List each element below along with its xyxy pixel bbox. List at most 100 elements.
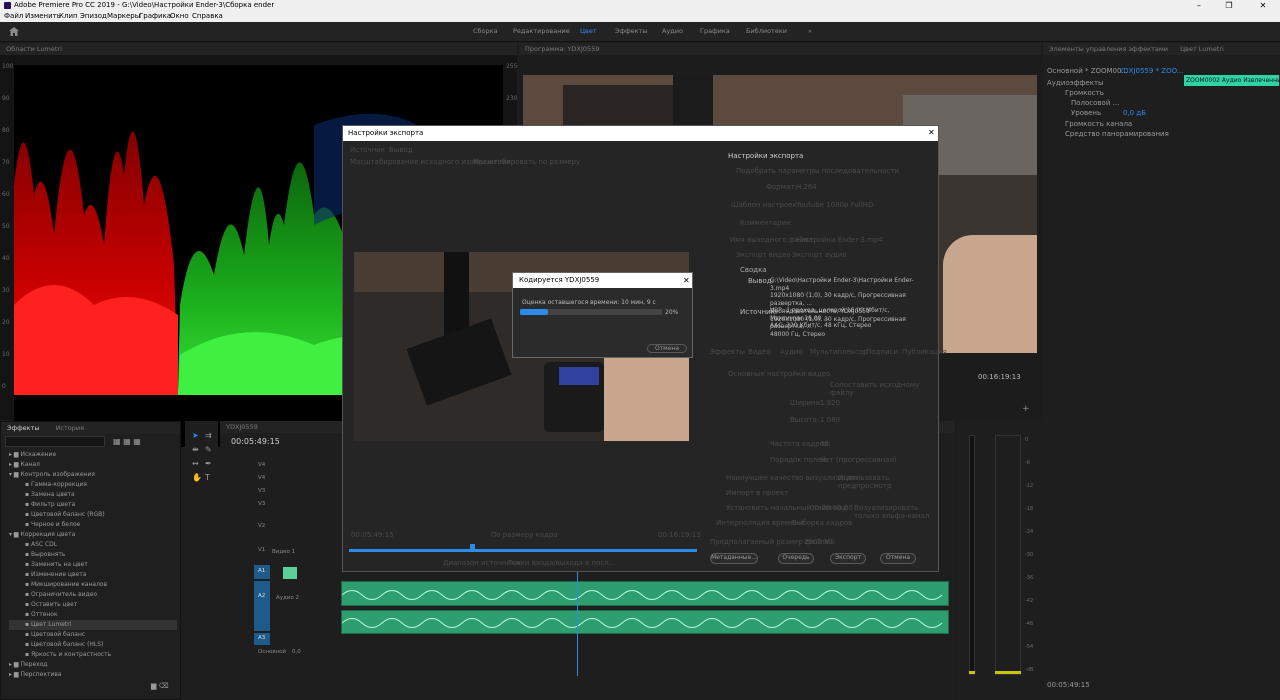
channel-volume-label[interactable]: Громкость канала (1065, 120, 1132, 128)
playhead[interactable] (577, 571, 578, 676)
alpha-only-checkbox[interactable]: Визуализировать только альфа-канал (854, 504, 936, 520)
track-sync-lock[interactable] (283, 567, 297, 579)
tree-effect[interactable]: ▪ Яркость и контрастность (25, 650, 111, 660)
workspace-tab-audio[interactable]: Аудио (662, 27, 683, 35)
ripple-edit-icon[interactable]: ⇼ (192, 445, 199, 454)
menu-edit[interactable]: Изменить (25, 11, 61, 22)
selection-tool-icon[interactable]: ➤ (192, 431, 199, 440)
menu-markers[interactable]: Маркеры (107, 11, 140, 22)
fps-select[interactable]: 30 (820, 440, 829, 448)
type-icon[interactable]: T (205, 473, 210, 482)
export-scrubber[interactable] (349, 549, 697, 552)
output-name-link[interactable]: Настройки Ender-3.mp4 (796, 236, 883, 244)
tree-effect[interactable]: ▪ Заменить на цвет (25, 560, 88, 570)
track-header[interactable]: V3 (258, 488, 265, 494)
tree-effect[interactable]: ▪ Оттенок (25, 610, 58, 620)
track-header[interactable]: V2 (258, 523, 265, 529)
use-previews-checkbox[interactable]: Использовать предпросмотр (838, 474, 936, 490)
match-sequence-checkbox[interactable]: Подобрать параметры последовательности (736, 167, 899, 175)
tree-effect[interactable]: ▪ Цветовой баланс (HLS) (25, 640, 103, 650)
workspace-tab-effects[interactable]: Эффекты (615, 27, 648, 35)
tree-effect[interactable]: ▪ Черное и белое (25, 520, 80, 530)
import-project-checkbox[interactable]: Импорт в проект (726, 489, 788, 497)
tree-effect[interactable]: ▪ Замена цвета (25, 490, 75, 500)
home-icon[interactable] (9, 27, 19, 36)
match-source-button[interactable]: Сопоставить исходному файлу (830, 381, 936, 397)
workspace-tab-graphics[interactable]: Графика (700, 27, 730, 35)
track-target-a2[interactable] (254, 581, 270, 631)
menu-sequence[interactable]: Эпизод (80, 11, 107, 22)
tree-folder[interactable]: ▸ ▆ Искажение (9, 450, 56, 460)
tree-effect[interactable]: ▪ Ограничитель видео (25, 590, 97, 600)
tree-effect[interactable]: ▪ Цветовой баланс (25, 630, 85, 640)
source-select[interactable]: Основной * ZOOM00... (1047, 67, 1128, 75)
track-header[interactable]: V4 (258, 462, 265, 468)
workspace-tab-assembly[interactable]: Сборка (473, 27, 498, 35)
export-audio-checkbox[interactable]: Экспорт аудио (792, 251, 847, 259)
metadata-button[interactable]: Метаданные... (710, 553, 758, 564)
level-value[interactable]: 0,0 дБ (1123, 109, 1146, 117)
tree-effect[interactable]: ▪ Микширование каналов (25, 580, 107, 590)
track-select-icon[interactable]: ⇉ (205, 431, 212, 440)
cancel-button[interactable]: Отмена (880, 553, 916, 564)
workspace-more-icon[interactable]: » (808, 27, 812, 35)
export-button[interactable]: Экспорт (830, 553, 866, 564)
slip-icon[interactable]: ↔ (192, 459, 199, 468)
bypass-label[interactable]: Полосовой ... (1071, 99, 1119, 107)
track-header[interactable]: V3 (258, 501, 265, 507)
menu-graphics[interactable]: Графика (139, 11, 171, 22)
tab-history[interactable]: История (56, 424, 84, 432)
minimize-button[interactable]: – (1184, 0, 1214, 11)
program-tab[interactable]: Программа: YDXJ0559 (519, 43, 1041, 55)
height-value[interactable]: 1 080 (820, 416, 840, 424)
width-value[interactable]: 1 920 (820, 399, 840, 407)
subtab-audio[interactable]: Аудио (780, 348, 803, 356)
workspace-tab-editing[interactable]: Редактирование (513, 27, 570, 35)
tree-folder[interactable]: ▾ ▆ Контроль изображения (9, 470, 95, 480)
tree-effect-selected[interactable]: ▪ Цвет Lumetri (9, 620, 177, 630)
razor-icon[interactable]: ✎ (205, 445, 212, 454)
track-header[interactable]: V1 (258, 547, 265, 553)
format-select[interactable]: H.264 (796, 183, 817, 191)
folder-icon[interactable]: ▆ ⌫ (151, 682, 169, 690)
queue-button[interactable]: Очередь (778, 553, 814, 564)
tree-effect[interactable]: ▪ Гамма-коррекция (25, 480, 87, 490)
sequence-select[interactable]: YDXJ0559 * ZOO... (1119, 67, 1184, 75)
clip-bar[interactable]: ZOOM0002 Аудио Извлеченные (1184, 75, 1279, 86)
fit-select[interactable]: По размеру кадра (491, 531, 558, 539)
tree-folder[interactable]: ▾ ▆ Коррекция цвета (9, 530, 75, 540)
tab-effects[interactable]: Эффекты (7, 424, 40, 432)
hand-icon[interactable]: ✋ (192, 473, 202, 482)
subtab-mux[interactable]: Мультиплексор (810, 348, 868, 356)
tree-folder[interactable]: ▸ ▆ Канал (9, 460, 40, 470)
encoding-cancel-button[interactable]: Отмена (647, 344, 687, 353)
workspace-tab-color[interactable]: Цвет (580, 27, 597, 35)
subtab-captions[interactable]: Подписи (866, 348, 898, 356)
export-close-icon[interactable]: ✕ (928, 128, 935, 137)
subtab-effects[interactable]: Эффекты (710, 348, 745, 356)
add-button-icon[interactable]: + (1022, 404, 1030, 414)
track-header[interactable]: V4 (258, 475, 265, 481)
tree-folder[interactable]: ▸ ▆ Перспектива (9, 670, 62, 680)
source-range-select[interactable]: Точки входа/выхода в посл... (508, 559, 615, 567)
audio-clip-a2[interactable] (341, 610, 949, 634)
tab-effect-controls[interactable]: Элементы управления эффектами (1049, 45, 1168, 53)
timeline-timecode[interactable]: 00:05:49:15 (231, 437, 280, 446)
interpolation-select[interactable]: Выборка кадров (792, 519, 852, 527)
workspace-tab-libraries[interactable]: Библиотеки (746, 27, 787, 35)
tab-output[interactable]: Вывод (389, 146, 413, 154)
new-bin-icon[interactable]: ▦ ▦ ▦ (113, 437, 141, 446)
source-scaling-select[interactable]: Масштабировать по размеру (473, 158, 580, 166)
tree-folder[interactable]: ▸ ▆ Переход (9, 660, 48, 670)
pen-icon[interactable]: ✒ (205, 459, 212, 468)
track-header[interactable]: A2 (258, 593, 265, 599)
tree-effect[interactable]: ▪ ASC CDL (25, 540, 57, 550)
subtab-video[interactable]: Видео (748, 348, 771, 356)
menu-clip[interactable]: Клип (59, 11, 78, 22)
panner-label[interactable]: Средство панорамирования (1065, 130, 1169, 138)
preset-select[interactable]: Youtube 1080p FullHD (796, 201, 873, 209)
encoding-close-icon[interactable]: ✕ (683, 276, 690, 285)
maximize-button[interactable]: ❐ (1214, 0, 1244, 11)
tree-effect[interactable]: ▪ Выровнять (25, 550, 65, 560)
export-playhead[interactable] (470, 544, 475, 550)
